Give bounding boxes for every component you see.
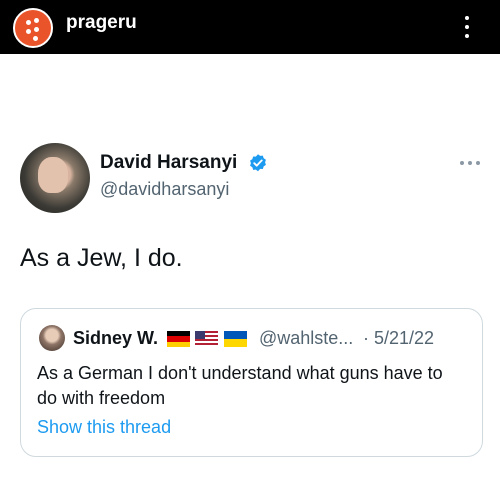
quoted-author-avatar[interactable] <box>39 325 65 351</box>
more-options-icon[interactable] <box>460 14 474 40</box>
author-name[interactable]: David Harsanyi <box>100 152 237 174</box>
tweet-text: As a Jew, I do. <box>20 244 183 272</box>
more-horizontal-icon[interactable] <box>458 158 482 168</box>
account-name[interactable]: prageru <box>66 12 137 34</box>
top-bar: prageru <box>0 0 500 54</box>
author-handle[interactable]: @davidharsanyi <box>100 179 229 200</box>
author-avatar[interactable] <box>20 143 90 213</box>
quoted-author-handle[interactable]: @wahlste... <box>259 328 353 349</box>
meta-separator: · <box>363 328 369 348</box>
germany-flag-icon <box>167 331 190 347</box>
prageru-logo-icon[interactable] <box>13 8 53 48</box>
ukraine-flag-icon <box>224 331 247 347</box>
quoted-author-name[interactable]: Sidney W. <box>73 328 158 349</box>
quoted-tweet-card[interactable]: Sidney W. @wahlste... · 5/21/22 As a Ger… <box>20 308 483 457</box>
quoted-tweet-text: As a German I don't understand what guns… <box>37 363 443 408</box>
show-thread-link[interactable]: Show this thread <box>37 417 171 438</box>
avatar-hand-graphic <box>38 157 68 193</box>
usa-flag-icon <box>195 331 218 347</box>
verified-badge-icon <box>250 154 266 172</box>
quoted-tweet-date[interactable]: 5/21/22 <box>374 328 434 349</box>
